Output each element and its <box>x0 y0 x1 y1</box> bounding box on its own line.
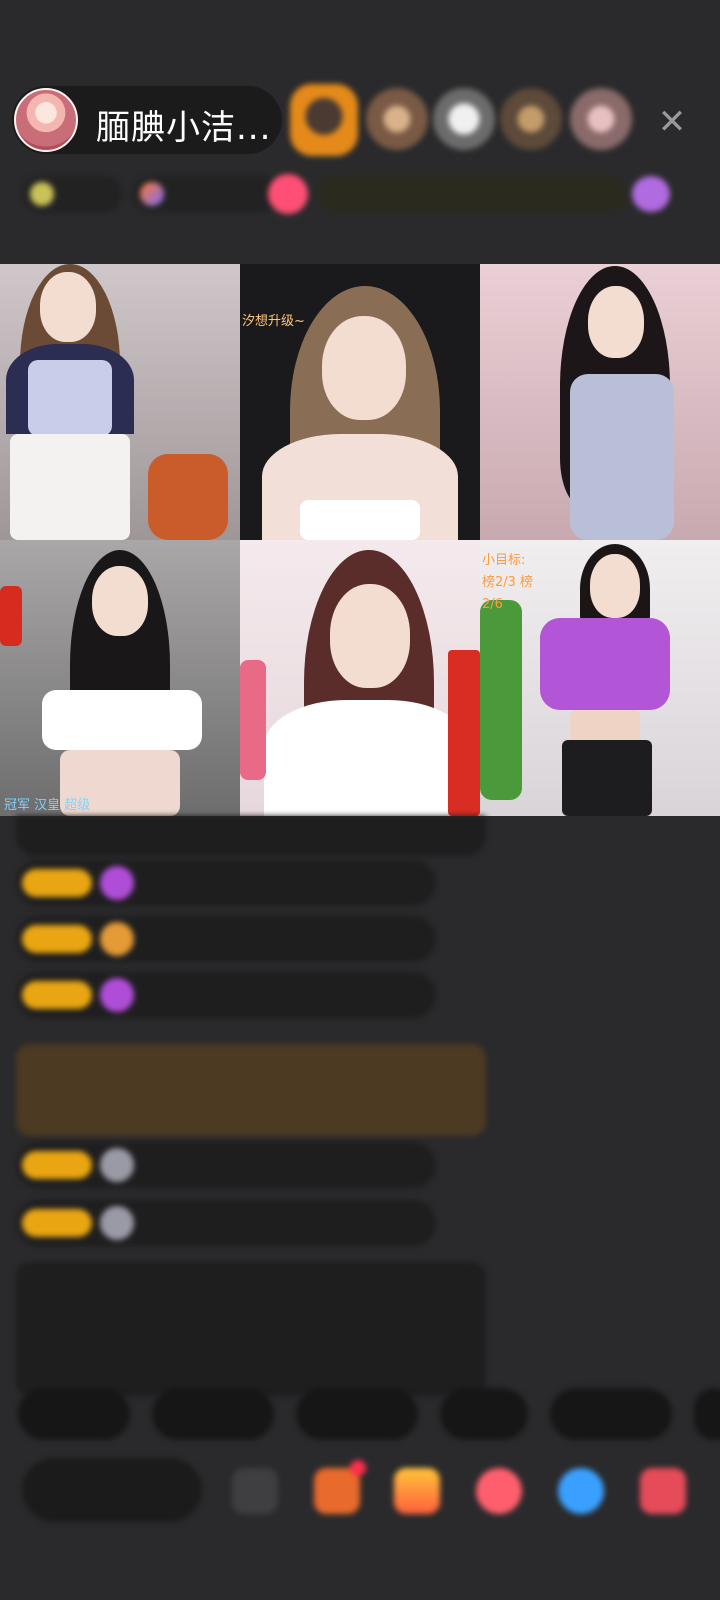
popularity-chip[interactable] <box>132 176 282 212</box>
level-icon <box>100 1206 134 1240</box>
video-tile-6[interactable]: 小目标: 榜2/3 榜2/6 <box>480 540 720 816</box>
video-tile-4[interactable]: 冠军 汉皇 超级 <box>0 540 240 816</box>
fan-badge <box>22 925 92 953</box>
system-notice <box>16 1262 486 1396</box>
stats-bar <box>22 172 698 216</box>
more-icon[interactable] <box>640 1468 686 1514</box>
video-grid: 汐想升级~ 冠军 汉皇 超级 小目标: 榜2/3 榜2/6 <box>0 264 720 816</box>
host-avatar[interactable] <box>14 88 78 152</box>
quick-replies <box>0 1388 720 1440</box>
video-caption: 汐想升级~ <box>242 314 305 329</box>
video-caption: 冠军 汉皇 超级 <box>4 798 91 813</box>
chat-message[interactable] <box>16 916 436 962</box>
level-icon <box>100 866 134 900</box>
shop-icon[interactable] <box>314 1460 366 1514</box>
activity-icon[interactable] <box>632 176 670 212</box>
host-name[interactable]: 腼腆小洁... <box>96 100 271 149</box>
video-caption: 小目标: 榜2/3 榜2/6 <box>482 553 534 612</box>
quick-reply-button[interactable] <box>550 1388 672 1440</box>
level-icon <box>100 1148 134 1182</box>
video-tile-3[interactable] <box>480 264 720 540</box>
chat-message[interactable] <box>16 860 436 906</box>
fan-badge <box>22 1151 92 1179</box>
quick-reply-button[interactable] <box>694 1388 720 1440</box>
fan-badge <box>22 1209 92 1237</box>
level-icon <box>100 922 134 956</box>
popularity-icon <box>140 182 164 206</box>
comment-input[interactable] <box>22 1458 202 1522</box>
video-tile-2[interactable]: 汐想升级~ <box>240 264 480 540</box>
task-chip[interactable] <box>318 176 628 212</box>
viewer-avatar[interactable] <box>570 88 632 150</box>
viewer-avatar[interactable] <box>290 84 358 156</box>
chat-message[interactable] <box>16 1200 436 1246</box>
chat-message[interactable] <box>16 1142 436 1188</box>
chat-message[interactable] <box>16 816 486 856</box>
quick-reply-button[interactable] <box>440 1388 528 1440</box>
share-icon[interactable] <box>558 1468 604 1514</box>
video-tile-1[interactable] <box>0 264 240 540</box>
close-icon[interactable]: ✕ <box>650 100 694 144</box>
emoji-icon[interactable] <box>232 1468 278 1514</box>
bottom-toolbar <box>0 1458 720 1526</box>
chat-message[interactable] <box>16 972 436 1018</box>
viewer-avatar[interactable] <box>433 88 495 150</box>
like-icon[interactable] <box>476 1468 522 1514</box>
quick-reply-button[interactable] <box>296 1388 418 1440</box>
viewer-avatar[interactable] <box>366 88 428 150</box>
rank-chip[interactable] <box>22 176 122 212</box>
video-tile-5[interactable] <box>240 540 480 816</box>
top-bar: 腼腆小洁... ✕ <box>0 84 720 156</box>
fan-badge <box>22 869 92 897</box>
gift-box-icon[interactable] <box>394 1468 440 1514</box>
gift-notice[interactable] <box>16 1044 486 1136</box>
notification-dot <box>350 1460 366 1476</box>
gift-icon[interactable] <box>268 174 308 214</box>
viewer-avatar[interactable] <box>500 88 562 150</box>
quick-reply-button[interactable] <box>152 1388 274 1440</box>
level-icon <box>100 978 134 1012</box>
fan-badge <box>22 981 92 1009</box>
rank-icon <box>30 182 54 206</box>
quick-reply-button[interactable] <box>18 1388 130 1440</box>
host-info[interactable]: 腼腆小洁... <box>12 86 282 154</box>
